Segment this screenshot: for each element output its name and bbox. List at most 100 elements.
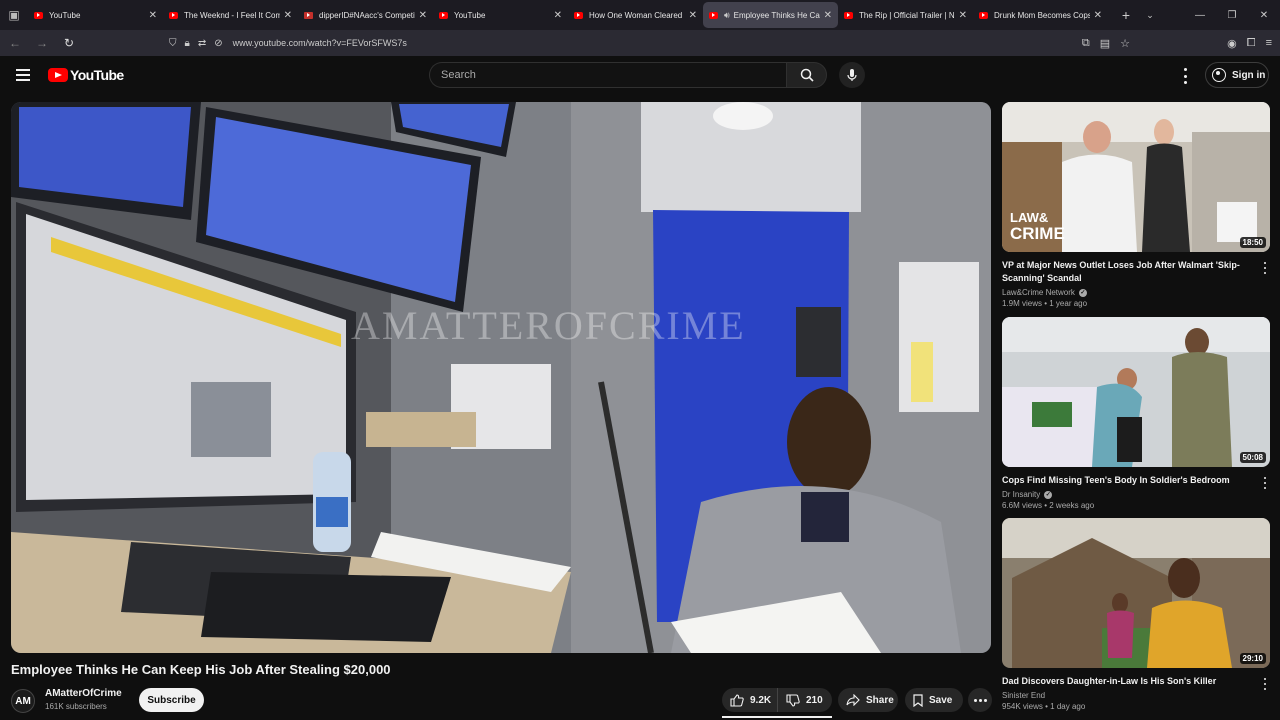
channel-name[interactable]: AMatterOfCrime: [45, 688, 122, 699]
channel-avatar[interactable]: AM: [11, 689, 35, 713]
browser-tab[interactable]: YouTube ✕: [28, 2, 163, 28]
settings-kebab-icon[interactable]: [1179, 68, 1191, 84]
recommendation-card[interactable]: LAW& CRIME 18:50 VP at Major News Outlet…: [1002, 102, 1270, 308]
save-button[interactable]: Save: [905, 688, 963, 712]
recommendation-card[interactable]: 29:10 Dad Discovers Daughter-in-Law Is H…: [1002, 518, 1270, 711]
browser-nav-bar: ← → ↻ ⛉ 🔒︎ ⇄ ⊘ www.youtube.com/watch?v=F…: [0, 30, 1280, 56]
recommendation-thumbnail[interactable]: LAW& CRIME 18:50: [1002, 102, 1270, 252]
lock-icon[interactable]: 🔒︎: [185, 38, 190, 49]
thumbs-down-icon: [786, 693, 800, 707]
recommendation-meta: 954K views • 1 day ago: [1002, 702, 1086, 711]
recommendation-card[interactable]: 50:08 Cops Find Missing Teen's Body In S…: [1002, 317, 1270, 510]
video-watermark: AMATTEROFCRIME: [351, 303, 746, 348]
verified-check-icon: ✓: [1044, 490, 1053, 499]
recommendation-title[interactable]: VP at Major News Outlet Loses Job After …: [1002, 259, 1252, 285]
recommendation-channel[interactable]: Dr Insanity ✓: [1002, 490, 1270, 499]
back-arrow-icon[interactable]: ←: [3, 32, 27, 54]
tab-title: Drunk Mom Becomes Cops': [994, 10, 1090, 20]
forward-arrow-icon[interactable]: →: [30, 32, 54, 54]
like-button[interactable]: 9.2K: [722, 688, 778, 712]
youtube-favicon-icon: [574, 11, 583, 19]
close-tab-icon[interactable]: ✕: [284, 10, 292, 21]
subscribe-button[interactable]: Subscribe: [139, 688, 204, 712]
search-icon: [800, 68, 814, 82]
voice-search-button[interactable]: [839, 62, 865, 88]
search-button[interactable]: [786, 62, 827, 88]
browser-tab[interactable]: Drunk Mom Becomes Cops' ✕: [973, 2, 1108, 28]
browser-tab[interactable]: How One Woman Cleared Her ✕: [568, 2, 703, 28]
extensions-icon[interactable]: ⧠: [1247, 37, 1256, 50]
like-dislike-group: 9.2K 210: [722, 688, 832, 712]
tab-title: YouTube: [49, 10, 81, 20]
dislike-count: 210: [806, 694, 823, 706]
law-crime-logo: LAW& CRIME: [1010, 210, 1065, 243]
search-input[interactable]: Search: [429, 62, 787, 88]
minimize-icon[interactable]: —: [1184, 10, 1216, 21]
tab-overview-icon[interactable]: ▣: [0, 0, 28, 30]
tab-title: The Weeknd - I Feel It Coming: [184, 10, 280, 20]
youtube-favicon-icon: [169, 11, 178, 19]
close-tab-icon[interactable]: ✕: [689, 10, 697, 21]
close-tab-icon[interactable]: ✕: [824, 10, 832, 21]
recommendation-channel[interactable]: Law&Crime Network ✓: [1002, 288, 1270, 297]
recommendation-menu-icon[interactable]: [1263, 477, 1267, 489]
url-bar-text[interactable]: www.youtube.com/watch?v=FEVorSFWS7s: [233, 38, 407, 48]
account-icon[interactable]: ◉: [1227, 37, 1237, 50]
close-tab-icon[interactable]: ✕: [959, 10, 967, 21]
youtube-header: YouTube Search Sign in: [0, 56, 1280, 96]
browser-tab[interactable]: dipperID#NAacc's Competitive ✕: [298, 2, 433, 28]
recommendation-title[interactable]: Cops Find Missing Teen's Body In Soldier…: [1002, 474, 1252, 487]
verified-check-icon: ✓: [1078, 288, 1087, 297]
recommendation-menu-icon[interactable]: [1263, 262, 1267, 274]
guide-menu-icon[interactable]: [16, 69, 30, 81]
youtube-logo[interactable]: YouTube: [48, 67, 124, 83]
share-button[interactable]: Share: [838, 688, 898, 712]
bookmark-star-icon[interactable]: ☆: [1120, 37, 1130, 50]
shield-icon[interactable]: ⛉: [169, 38, 177, 49]
video-duration: 29:10: [1239, 653, 1266, 664]
user-circle-icon: [1212, 68, 1226, 82]
recommendation-channel[interactable]: Sinister End: [1002, 691, 1270, 700]
menu-hamburger-icon[interactable]: ≡: [1266, 37, 1272, 49]
close-window-icon[interactable]: ✕: [1248, 10, 1280, 21]
video-duration: 18:50: [1239, 237, 1266, 248]
reload-icon[interactable]: ↻: [57, 32, 81, 54]
tab-list: YouTube ✕ The Weeknd - I Feel It Coming …: [28, 0, 1108, 30]
recommendation-menu-icon[interactable]: [1263, 678, 1267, 690]
recommendation-thumbnail[interactable]: 29:10: [1002, 518, 1270, 668]
close-tab-icon[interactable]: ✕: [149, 10, 157, 21]
subscriber-count: 161K subscribers: [45, 702, 107, 711]
list-all-tabs-chevron-icon[interactable]: ⌄: [1138, 10, 1162, 21]
restore-icon[interactable]: ❐: [1216, 10, 1248, 21]
browser-tab[interactable]: YouTube ✕: [433, 2, 568, 28]
dislike-button[interactable]: 210: [778, 693, 823, 707]
sign-in-button[interactable]: Sign in: [1205, 62, 1269, 88]
close-tab-icon[interactable]: ✕: [419, 10, 427, 21]
tab-title: The Rip | Official Trailer | Netflix: [859, 10, 955, 20]
video-player[interactable]: AMATTEROFCRIME: [11, 102, 991, 653]
permissions-icon[interactable]: ⇄: [198, 38, 206, 49]
autoplay-blocked-icon[interactable]: ⊘: [214, 38, 222, 49]
browser-tab[interactable]: The Rip | Official Trailer | Netflix ✕: [838, 2, 973, 28]
close-tab-icon[interactable]: ✕: [1094, 10, 1102, 21]
picture-in-picture-icon[interactable]: ⧉: [1082, 37, 1090, 50]
recommendation-title[interactable]: Dad Discovers Daughter-in-Law Is His Son…: [1002, 675, 1252, 688]
browser-tab-active[interactable]: 🔊︎ Employee Thinks He Can ✕: [703, 2, 838, 28]
reader-view-icon[interactable]: ▤: [1100, 37, 1110, 50]
share-label: Share: [866, 694, 894, 706]
close-tab-icon[interactable]: ✕: [554, 10, 562, 21]
logo-text: YouTube: [70, 67, 124, 83]
tab-title: How One Woman Cleared Her: [589, 10, 685, 20]
browser-tab[interactable]: The Weeknd - I Feel It Coming ✕: [163, 2, 298, 28]
sign-in-label: Sign in: [1232, 69, 1266, 81]
youtube-favicon-icon: [709, 11, 718, 19]
new-tab-plus-icon[interactable]: +: [1114, 7, 1138, 23]
like-ratio-bar: [722, 716, 832, 718]
browser-tab-strip: ▣ YouTube ✕ The Weeknd - I Feel It Comin…: [0, 0, 1280, 30]
more-actions-button[interactable]: [968, 688, 992, 712]
thumbs-up-icon: [730, 693, 744, 707]
speaker-icon[interactable]: 🔊︎: [724, 10, 730, 21]
recommendation-thumbnail[interactable]: 50:08: [1002, 317, 1270, 467]
url-bar-right-icons: ⧉ ▤ ☆: [1082, 30, 1130, 56]
tab-title: YouTube: [454, 10, 486, 20]
